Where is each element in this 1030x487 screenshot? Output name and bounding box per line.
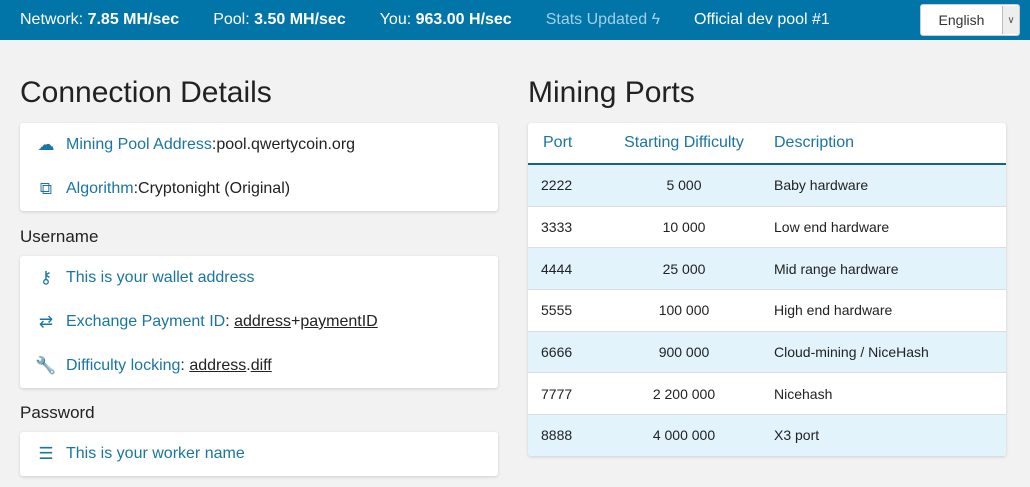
language-value: English [938, 12, 985, 28]
exchange-icon: ⇄ [38, 312, 54, 331]
port-cell: 2222 [528, 163, 608, 207]
value: pool.qwertycoin.org [216, 136, 356, 153]
your-hashrate: You: 963.00 H/sec [379, 11, 512, 28]
username-card: ⚷ This is your wallet address ⇄ Exchange P… [20, 256, 498, 388]
server-icon: ☰ [38, 444, 54, 463]
password-card: ☰ This is your worker name [20, 432, 498, 476]
description-cell: Cloud-mining / NiceHash [760, 330, 1006, 373]
exchange-row: ⇄ Exchange Payment ID: address + paymentID [20, 300, 498, 344]
cloud-icon: ☁ [37, 135, 55, 154]
description-cell: Nicehash [760, 372, 1006, 415]
table-row: 8888 4 000 000 X3 port [528, 414, 1006, 456]
difficulty-cell: 900 000 [608, 330, 760, 373]
value: paymentID [300, 313, 378, 330]
bolt-icon: ϟ [651, 11, 661, 28]
difficulty-cell: 100 000 [608, 289, 760, 332]
label: This is your worker name [66, 445, 245, 462]
chevron-down-icon: ∨ [1002, 6, 1019, 34]
language-select[interactable]: English ∨ [920, 4, 1020, 36]
port-cell: 5555 [528, 289, 608, 332]
table-row: 6666 900 000 Cloud-mining / NiceHash [528, 330, 1006, 373]
sep: + [291, 313, 301, 330]
label: Algorithm [66, 180, 134, 197]
stats-updated: Stats Updated ϟ [545, 11, 661, 28]
table-row: 4444 25 000 Mid range hardware [528, 247, 1006, 290]
description-cell: Mid range hardware [760, 247, 1006, 290]
value: address [234, 313, 292, 330]
network-hashrate: Network: 7.85 MH/sec [20, 11, 180, 28]
label: Exchange Payment ID [66, 313, 226, 330]
port-cell: 7777 [528, 372, 608, 415]
key-icon: ⚷ [39, 268, 53, 287]
pool-hashrate: Pool: 3.50 MH/sec [213, 11, 346, 28]
pool-name: Official dev pool #1 [694, 11, 830, 28]
value: address [189, 357, 247, 374]
description-cell: Baby hardware [760, 163, 1006, 207]
difficulty-cell: 5 000 [608, 163, 760, 207]
cubes-icon: ⧉ [39, 179, 53, 198]
port-cell: 3333 [528, 205, 608, 248]
ports-title: Mining Ports [528, 76, 695, 109]
wallet-row: ⚷ This is your wallet address [20, 256, 498, 300]
value: Cryptonight (Original) [138, 180, 291, 197]
table-row: 5555 100 000 High end hardware [528, 289, 1006, 332]
description-cell: X3 port [760, 414, 1006, 456]
pool-info-card: ☁ Mining Pool Address: pool.qwertycoin.or… [20, 123, 498, 211]
difficulty-cell: 25 000 [608, 247, 760, 290]
table-row: 2222 5 000 Baby hardware [528, 163, 1006, 207]
difficulty-cell: 10 000 [608, 205, 760, 248]
label: This is your wallet address [66, 269, 255, 286]
password-title: Password [20, 403, 95, 422]
description-cell: Low end hardware [760, 205, 1006, 248]
ports-table-card: Port Starting Difficulty Description 222… [528, 123, 1006, 456]
col-difficulty: Starting Difficulty [608, 123, 760, 165]
difficulty-cell: 4 000 000 [608, 414, 760, 456]
ports-table: Port Starting Difficulty Description 222… [528, 123, 1006, 456]
label: Difficulty locking [66, 357, 181, 374]
col-port: Port [528, 123, 608, 165]
connection-title: Connection Details [20, 76, 272, 109]
port-cell: 6666 [528, 330, 608, 373]
pool-address-row: ☁ Mining Pool Address: pool.qwertycoin.or… [20, 123, 498, 167]
col-description: Description [760, 123, 1006, 165]
top-bar: Network: 7.85 MH/sec Pool: 3.50 MH/sec Y… [0, 0, 1030, 40]
table-row: 3333 10 000 Low end hardware [528, 205, 1006, 248]
wrench-icon: 🔧 [35, 356, 57, 375]
algorithm-row: ⧉ Algorithm: Cryptonight (Original) [20, 167, 498, 211]
port-cell: 4444 [528, 247, 608, 290]
difficulty-cell: 2 200 000 [608, 372, 760, 415]
worker-row: ☰ This is your worker name [20, 432, 498, 476]
difficulty-row: 🔧 Difficulty locking: address. diff [35, 356, 272, 375]
description-cell: High end hardware [760, 289, 1006, 332]
table-row: 7777 2 200 000 Nicehash [528, 372, 1006, 415]
label: Mining Pool Address [66, 136, 212, 153]
port-cell: 8888 [528, 414, 608, 456]
value: diff [250, 357, 272, 374]
username-title: Username [20, 227, 99, 246]
